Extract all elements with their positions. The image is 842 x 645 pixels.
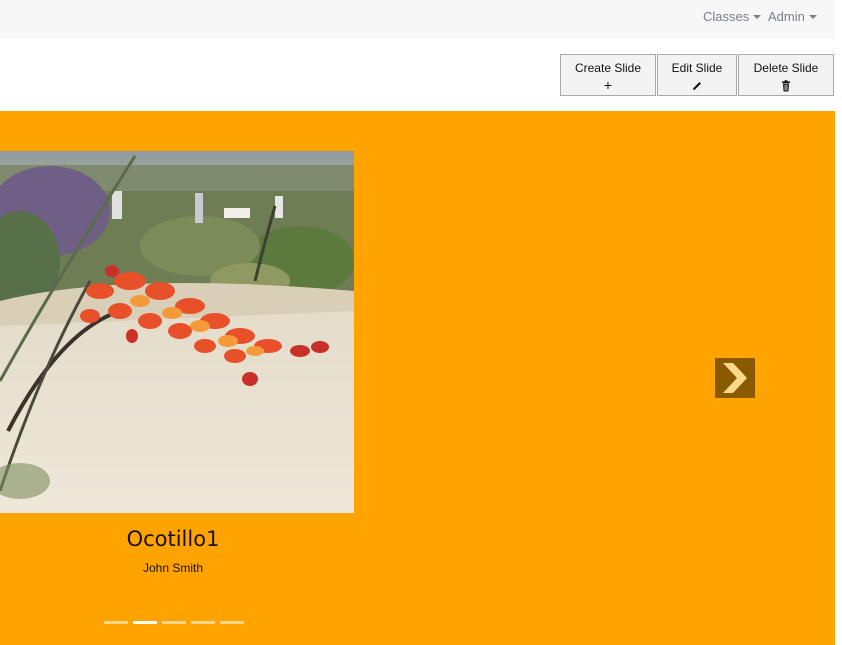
- slide-author: John Smith: [142, 561, 204, 575]
- nav-classes-dropdown[interactable]: Classes: [703, 9, 762, 24]
- carousel-indicator[interactable]: [104, 621, 128, 624]
- carousel-indicator[interactable]: [162, 621, 186, 624]
- plus-icon: +: [603, 77, 613, 93]
- trash-icon: [739, 78, 833, 92]
- slide-image: [0, 151, 354, 513]
- create-slide-label: Create Slide: [574, 61, 642, 75]
- next-slide-button[interactable]: [715, 358, 755, 398]
- nav-admin-label: Admin: [768, 9, 805, 24]
- carousel-indicator-active[interactable]: [133, 621, 157, 624]
- carousel-indicator[interactable]: [191, 621, 215, 624]
- edit-slide-label: Edit Slide: [671, 61, 723, 75]
- chevron-right-icon: [723, 363, 747, 393]
- carousel-indicator[interactable]: [220, 621, 244, 624]
- slide-carousel: Ocotillo1 John Smith: [0, 111, 835, 645]
- nav-classes-label: Classes: [703, 9, 750, 24]
- edit-slide-button[interactable]: Edit Slide: [657, 54, 737, 96]
- top-navbar: Classes Admin: [0, 0, 835, 38]
- pencil-icon: [658, 78, 736, 92]
- delete-slide-label: Delete Slide: [753, 61, 819, 75]
- delete-slide-button[interactable]: Delete Slide: [738, 54, 834, 96]
- caret-down-icon: [753, 15, 762, 19]
- caret-down-icon: [808, 15, 817, 19]
- create-slide-button[interactable]: Create Slide +: [560, 54, 656, 96]
- nav-admin-dropdown[interactable]: Admin: [768, 9, 817, 24]
- slide-title: Ocotillo1: [126, 527, 220, 551]
